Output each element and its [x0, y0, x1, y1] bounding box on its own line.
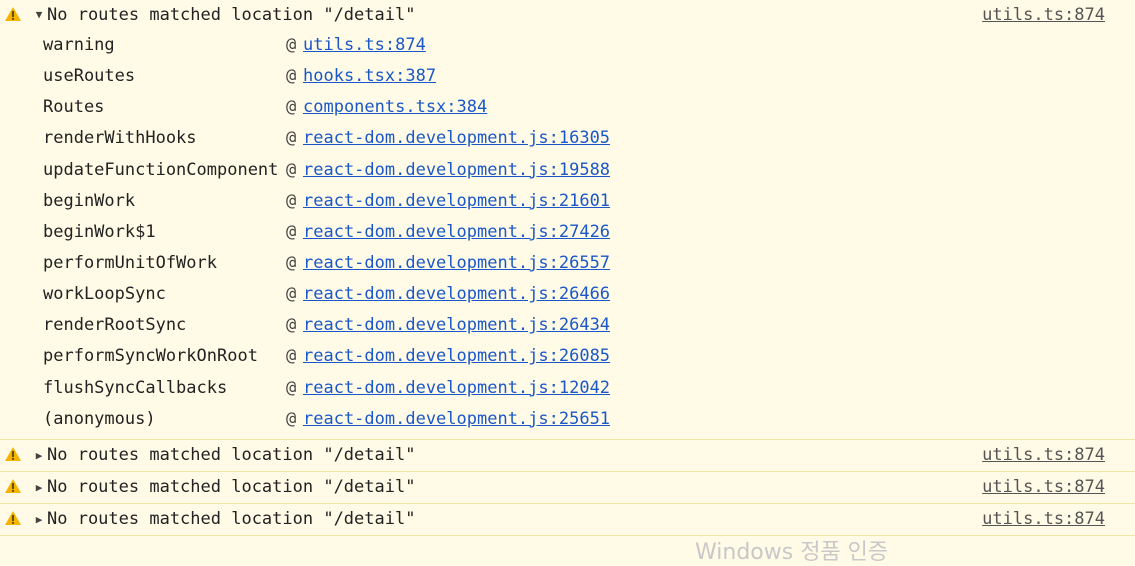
- stack-frame-file-link[interactable]: react-dom.development.js:25651: [303, 404, 610, 435]
- at-symbol: @: [286, 35, 297, 55]
- stack-frame-function: warning: [43, 35, 115, 55]
- expand-arrow-icon[interactable]: ▶: [33, 440, 45, 471]
- stack-frame-file-link[interactable]: react-dom.development.js:26466: [303, 279, 610, 310]
- stack-frame-function: beginWork$1: [43, 221, 156, 242]
- stack-frame: beginWork @ react-dom.development.js:216…: [0, 186, 1135, 217]
- stack-frame-file-link[interactable]: hooks.tsx:387: [303, 61, 436, 92]
- at-symbol: @: [286, 159, 297, 180]
- stack-frame-function: flushSyncCallbacks: [43, 377, 228, 398]
- at-symbol: @: [286, 346, 297, 367]
- console-entry: ▶ No routes matched location "/detail" u…: [0, 472, 1135, 504]
- stack-frame-file-link[interactable]: react-dom.development.js:27426: [303, 217, 610, 248]
- stack-frame-function: (anonymous): [43, 408, 156, 429]
- stack-frame-function: renderRootSync: [43, 315, 187, 336]
- console-panel: ▼ No routes matched location "/detail" u…: [0, 0, 1135, 549]
- expand-arrow-icon[interactable]: ▼: [33, 0, 45, 30]
- stack-frame: flushSyncCallbacks @ react-dom.developme…: [0, 373, 1135, 404]
- stack-frame: warning @ utils.ts:874: [0, 30, 1135, 61]
- console-message-text: No routes matched location "/detail": [47, 476, 416, 497]
- console-message-row[interactable]: ▶ No routes matched location "/detail" u…: [0, 472, 1135, 503]
- stack-frame-file-link[interactable]: react-dom.development.js:12042: [303, 373, 610, 404]
- warning-icon: [5, 446, 21, 461]
- stack-frame: updateFunctionComponent @ react-dom.deve…: [0, 155, 1135, 186]
- at-symbol: @: [286, 408, 297, 429]
- stack-frame-file-link[interactable]: react-dom.development.js:19588: [303, 155, 610, 186]
- at-symbol: @: [286, 377, 297, 398]
- stack-frame-file-link[interactable]: react-dom.development.js:26434: [303, 310, 610, 341]
- at-symbol: @: [286, 97, 297, 118]
- stack-frame-function: beginWork: [43, 190, 136, 211]
- source-link[interactable]: utils.ts:874: [982, 0, 1105, 30]
- stack-frame: Routes @ components.tsx:384: [0, 92, 1135, 123]
- stack-frame-file-link[interactable]: react-dom.development.js:26557: [303, 248, 610, 279]
- console-entry: ▼ No routes matched location "/detail" u…: [0, 0, 1135, 440]
- stack-frame-function: performSyncWorkOnRoot: [43, 346, 258, 367]
- at-symbol: @: [286, 66, 297, 87]
- console-entry: ▶ No routes matched location "/detail" u…: [0, 440, 1135, 472]
- at-symbol: @: [286, 252, 297, 273]
- console-message-row[interactable]: ▶ No routes matched location "/detail" u…: [0, 440, 1135, 471]
- stack-frame-file-link[interactable]: react-dom.development.js:26085: [303, 341, 610, 372]
- console-message-row[interactable]: ▼ No routes matched location "/detail" u…: [0, 0, 1135, 30]
- source-link[interactable]: utils.ts:874: [982, 504, 1105, 535]
- stack-frame-function: workLoopSync: [43, 284, 166, 305]
- stack-frame-file-link[interactable]: react-dom.development.js:21601: [303, 186, 610, 217]
- stack-frame: renderRootSync @ react-dom.development.j…: [0, 310, 1135, 341]
- source-link[interactable]: utils.ts:874: [982, 472, 1105, 503]
- stack-frame-file-link[interactable]: components.tsx:384: [303, 92, 487, 123]
- at-symbol: @: [286, 284, 297, 305]
- at-symbol: @: [286, 315, 297, 336]
- console-message-text: No routes matched location "/detail": [47, 5, 416, 25]
- stack-frame-function: performUnitOfWork: [43, 252, 217, 273]
- warning-icon: [5, 510, 21, 525]
- at-symbol: @: [286, 190, 297, 211]
- stack-frame: (anonymous) @ react-dom.development.js:2…: [0, 404, 1135, 435]
- console-message-row[interactable]: ▶ No routes matched location "/detail" u…: [0, 504, 1135, 535]
- stack-frame: useRoutes @ hooks.tsx:387: [0, 61, 1135, 92]
- stack-frame-function: useRoutes: [43, 66, 136, 87]
- stack-frame-function: renderWithHooks: [43, 128, 197, 149]
- warning-icon: [5, 7, 21, 21]
- stack-frame: workLoopSync @ react-dom.development.js:…: [0, 279, 1135, 310]
- stack-frame: performUnitOfWork @ react-dom.developmen…: [0, 248, 1135, 279]
- expand-arrow-icon[interactable]: ▶: [33, 472, 45, 503]
- at-symbol: @: [286, 128, 297, 149]
- stack-frame: renderWithHooks @ react-dom.development.…: [0, 123, 1135, 154]
- console-entry: ▶ No routes matched location "/detail" u…: [0, 504, 1135, 536]
- stack-frame-file-link[interactable]: utils.ts:874: [303, 30, 426, 61]
- stack-frame-function: updateFunctionComponent: [43, 159, 279, 180]
- console-message-text: No routes matched location "/detail": [47, 508, 416, 529]
- stack-frame: beginWork$1 @ react-dom.development.js:2…: [0, 217, 1135, 248]
- warning-icon: [5, 478, 21, 493]
- expand-arrow-icon[interactable]: ▶: [33, 504, 45, 535]
- at-symbol: @: [286, 221, 297, 242]
- stack-frame-function: Routes: [43, 97, 105, 118]
- windows-activation-watermark: Windows 정품 인증: [695, 540, 889, 565]
- console-message-text: No routes matched location "/detail": [47, 444, 416, 465]
- source-link[interactable]: utils.ts:874: [982, 440, 1105, 471]
- stack-frame: performSyncWorkOnRoot @ react-dom.develo…: [0, 341, 1135, 372]
- stack-frame-file-link[interactable]: react-dom.development.js:16305: [303, 123, 610, 154]
- stack-trace: warning @ utils.ts:874 useRoutes @ hooks…: [0, 30, 1135, 439]
